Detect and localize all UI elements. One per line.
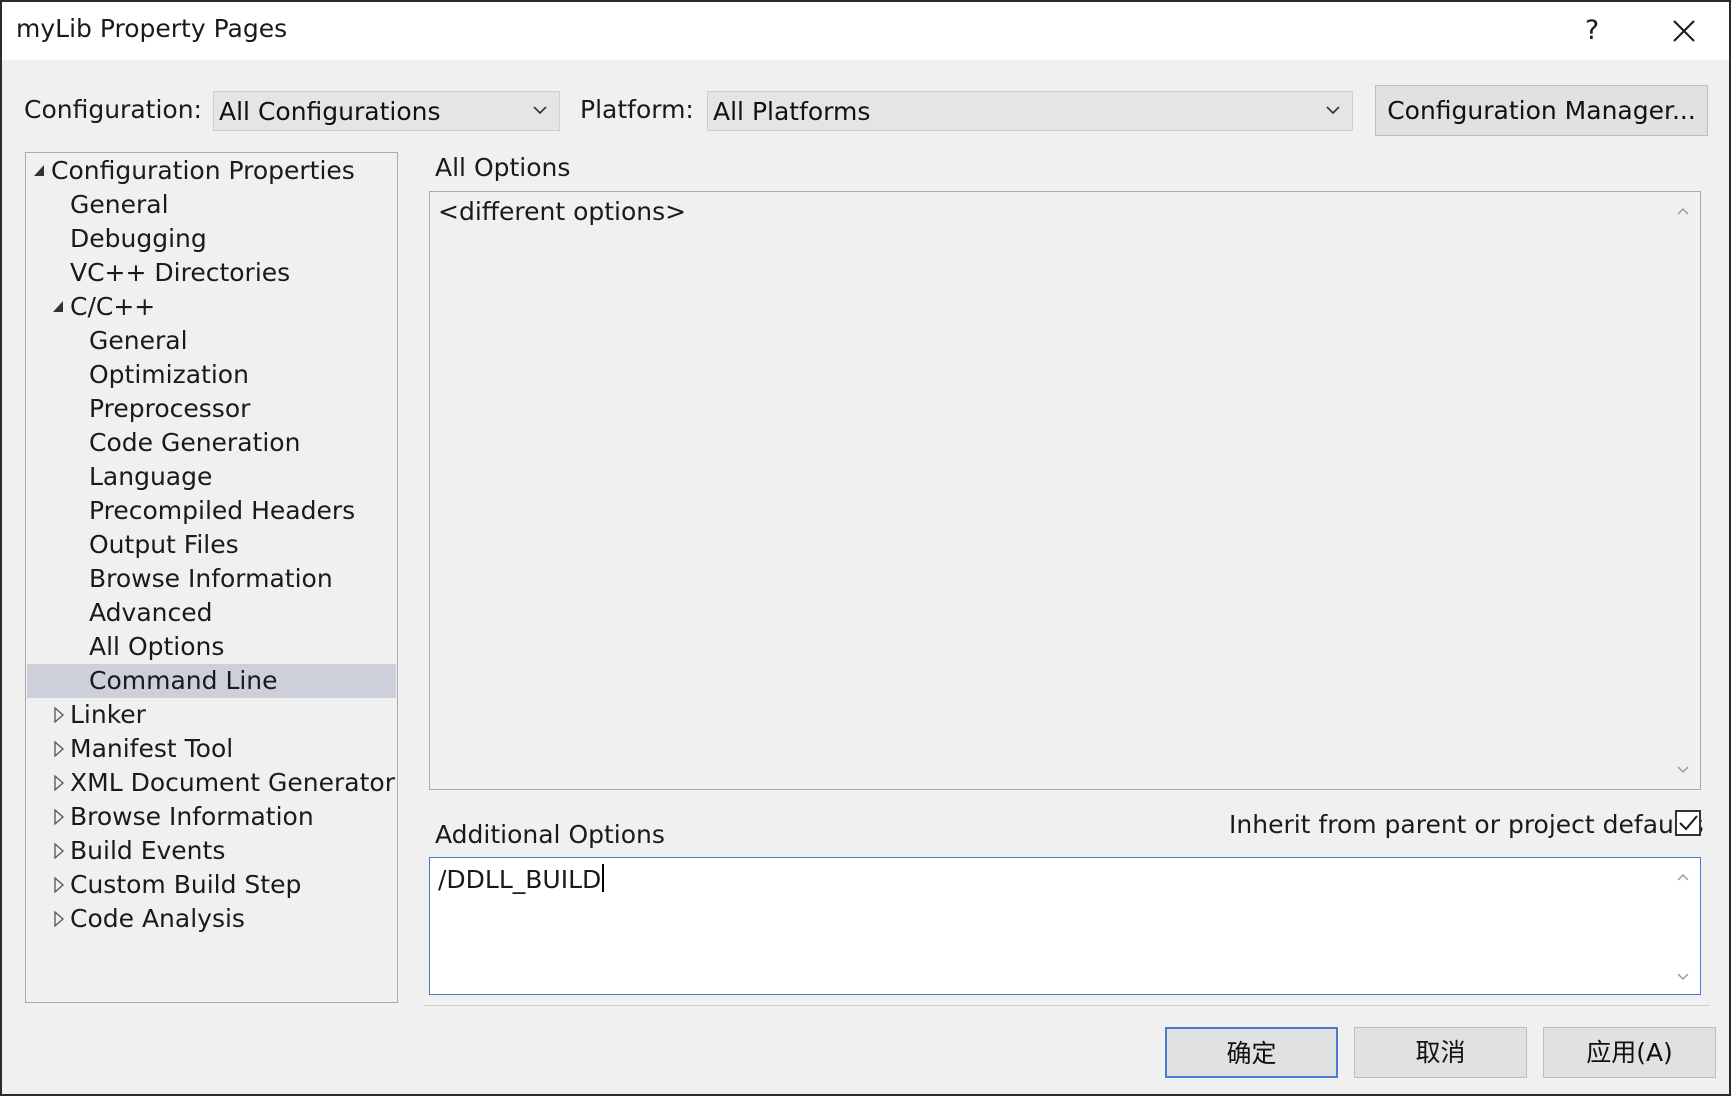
tree-item-label: Code Generation <box>89 428 301 457</box>
tree-item-label: General <box>89 326 188 355</box>
chevron-down-icon <box>533 106 547 115</box>
tree-item-label: C/C++ <box>70 292 156 321</box>
tree-item-label: General <box>70 190 169 219</box>
tree-item-label: Preprocessor <box>89 394 251 423</box>
platform-label: Platform: <box>580 95 694 124</box>
collapsed-arrow-icon[interactable] <box>52 766 66 800</box>
all-options-label: All Options <box>435 153 571 182</box>
tree-item-label: Precompiled Headers <box>89 496 356 525</box>
scroll-down-icon[interactable] <box>1676 765 1690 775</box>
tree-item-label: VC++ Directories <box>70 258 291 287</box>
close-icon <box>1673 20 1695 42</box>
configuration-select[interactable]: All Configurations <box>213 91 560 131</box>
additional-options-label: Additional Options <box>435 820 665 849</box>
tree-item-label: Optimization <box>89 360 249 389</box>
tree-item-label: Configuration Properties <box>51 156 355 185</box>
tree-item-label: Code Analysis <box>70 904 245 933</box>
tree-item-label: XML Document Generator <box>70 768 395 797</box>
property-pages-dialog: myLib Property Pages ? Configuration: Al… <box>0 0 1731 1096</box>
tree-item[interactable]: Configuration Properties <box>27 154 396 188</box>
collapsed-arrow-icon[interactable] <box>52 800 66 834</box>
tree-item[interactable]: General <box>27 324 396 358</box>
tree-item-label: Output Files <box>89 530 239 559</box>
tree-item[interactable]: Output Files <box>27 528 396 562</box>
tree-item[interactable]: Preprocessor <box>27 392 396 426</box>
window-title: myLib Property Pages <box>16 14 288 43</box>
configuration-value: All Configurations <box>219 97 441 126</box>
inherit-checkbox[interactable] <box>1675 810 1701 836</box>
tree-item[interactable]: Code Generation <box>27 426 396 460</box>
collapsed-arrow-icon[interactable] <box>52 902 66 936</box>
collapsed-arrow-icon[interactable] <box>52 698 66 732</box>
collapsed-arrow-icon[interactable] <box>52 732 66 766</box>
collapsed-arrow-icon[interactable] <box>52 868 66 902</box>
tree-item-label: Custom Build Step <box>70 870 302 899</box>
scroll-up-icon[interactable] <box>1676 206 1690 216</box>
tree-item[interactable]: XML Document Generator <box>27 766 396 800</box>
close-button[interactable] <box>1649 8 1719 54</box>
tree-item[interactable]: Debugging <box>27 222 396 256</box>
tree-item-label: Manifest Tool <box>70 734 234 763</box>
inherit-label: Inherit from parent or project defaults <box>1229 810 1704 839</box>
tree-item[interactable]: VC++ Directories <box>27 256 396 290</box>
tree-item-label: Linker <box>70 700 146 729</box>
tree-item-label: Build Events <box>70 836 226 865</box>
ok-button[interactable]: 确定 <box>1165 1027 1338 1078</box>
tree-item[interactable]: Linker <box>27 698 396 732</box>
property-tree: Configuration Properties General Debugging… <box>25 152 398 1003</box>
tree-item-label: Debugging <box>70 224 207 253</box>
expanded-arrow-icon[interactable] <box>33 154 47 188</box>
check-icon <box>1679 815 1698 831</box>
configuration-label: Configuration: <box>24 95 202 124</box>
tree-item[interactable]: Browse Information <box>27 562 396 596</box>
text-caret <box>602 864 605 892</box>
footer-separator <box>423 1005 1710 1006</box>
configuration-manager-button[interactable]: Configuration Manager... <box>1375 85 1708 136</box>
tree-item[interactable]: Browse Information <box>27 800 396 834</box>
help-button[interactable]: ? <box>1557 8 1627 54</box>
platform-select[interactable]: All Platforms <box>707 91 1353 131</box>
tree-item-label: Command Line <box>89 666 278 695</box>
tree-item[interactable]: Language <box>27 460 396 494</box>
tree-item[interactable]: Precompiled Headers <box>27 494 396 528</box>
tree-item-label: Browse Information <box>70 802 314 831</box>
tree-item[interactable]: Code Analysis <box>27 902 396 936</box>
tree-item[interactable]: Manifest Tool <box>27 732 396 766</box>
tree-item[interactable]: All Options <box>27 630 396 664</box>
tree-item[interactable]: Optimization <box>27 358 396 392</box>
tree-item[interactable]: Build Events <box>27 834 396 868</box>
tree-item-label: All Options <box>89 632 225 661</box>
all-options-value: <different options> <box>438 197 687 226</box>
tree-item[interactable]: Command Line <box>27 664 396 698</box>
apply-button[interactable]: 应用(A) <box>1543 1027 1716 1078</box>
additional-options-value: /DDLL_BUILD <box>438 865 602 894</box>
cancel-button[interactable]: 取消 <box>1354 1027 1527 1078</box>
additional-options-input[interactable]: /DDLL_BUILD <box>429 857 1701 995</box>
collapsed-arrow-icon[interactable] <box>52 834 66 868</box>
chevron-down-icon <box>1326 106 1340 115</box>
expanded-arrow-icon[interactable] <box>52 290 66 324</box>
tree-item-label: Language <box>89 462 213 491</box>
tree-item[interactable]: Custom Build Step <box>27 868 396 902</box>
tree-item[interactable]: General <box>27 188 396 222</box>
tree-item-label: Browse Information <box>89 564 333 593</box>
tree-item[interactable]: C/C++ <box>27 290 396 324</box>
tree-item-label: Advanced <box>89 598 213 627</box>
platform-value: All Platforms <box>713 97 871 126</box>
tree-item[interactable]: Advanced <box>27 596 396 630</box>
scroll-up-icon[interactable] <box>1676 872 1690 882</box>
all-options-box[interactable]: <different options> <box>429 191 1701 790</box>
title-bar: myLib Property Pages ? <box>2 2 1729 60</box>
scroll-down-icon[interactable] <box>1676 972 1690 982</box>
